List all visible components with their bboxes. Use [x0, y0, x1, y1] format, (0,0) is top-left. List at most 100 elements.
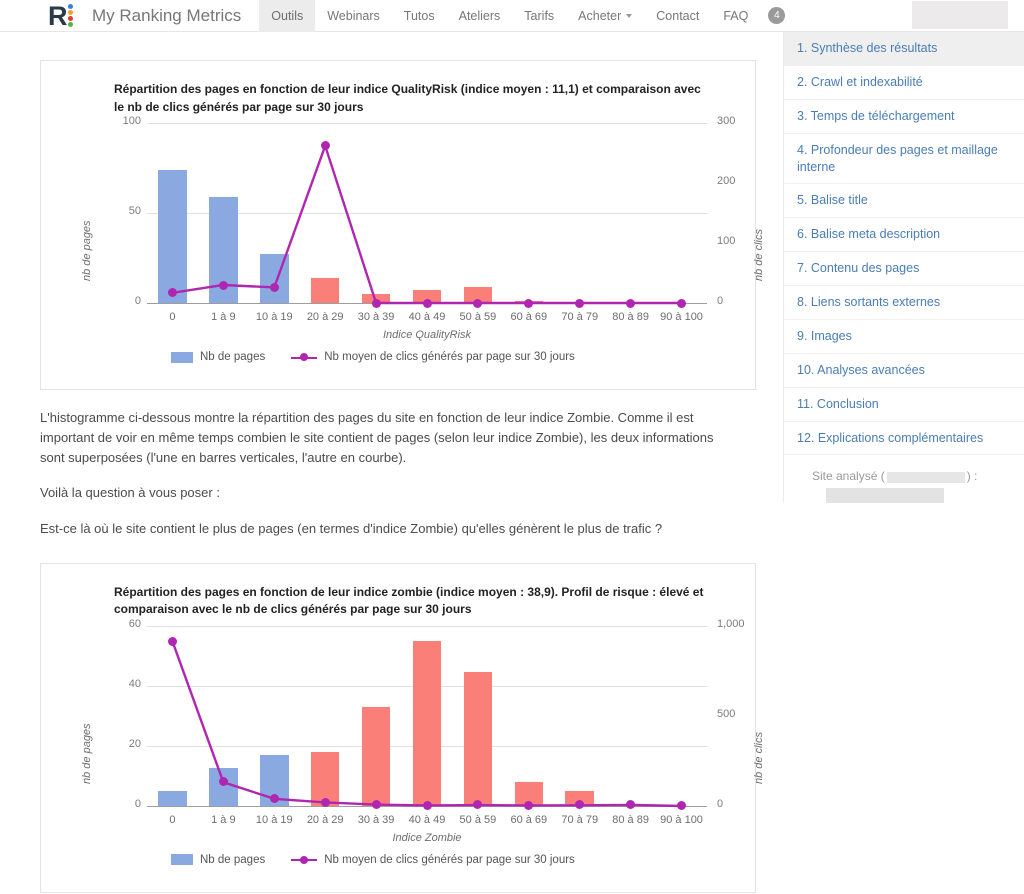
legend-item-bars: Nb de pages [171, 854, 265, 866]
sidebar-item-10[interactable]: 10. Analyses avancées [784, 354, 1024, 388]
y-tick-label: 0 [134, 295, 141, 307]
gridline [147, 123, 707, 124]
analysed-site-suffix: ) : [966, 469, 978, 484]
line-marker-70 à 79 [575, 800, 585, 810]
sidebar-nav: 1. Synthèse des résultats 2. Crawl et ind… [784, 32, 1024, 456]
legend-item-line: Nb moyen de clics générés par page sur 3… [291, 854, 575, 866]
x-tick-label: 40 à 49 [408, 813, 446, 826]
y-tick-label: 60 [128, 617, 141, 630]
y-tick-label: 40 [128, 677, 141, 690]
nav-item-tutos[interactable]: Tutos [392, 0, 447, 32]
x-tick-label: 90 à 100 [660, 311, 703, 323]
x-tick-label: 50 à 59 [459, 311, 497, 323]
y2-axis-title: nb de clics [753, 731, 765, 784]
sidebar-item-3[interactable]: 3. Temps de téléchargement [784, 100, 1024, 134]
x-tick-label: 40 à 49 [408, 311, 446, 323]
paragraph-1: L'histogramme ci-dessous montre la répar… [40, 410, 714, 466]
chart-plot-qualityrisk: 0 50 100 0 100 200 300 0 1 à 9 10 à 19 20 à 29 30 … [41, 61, 765, 391]
nav-item-contact[interactable]: Contact [644, 0, 711, 32]
sidebar-item-8[interactable]: 8. Liens sortants externes [784, 286, 1024, 320]
redacted-site-name [886, 471, 965, 483]
nav-item-label: Tutos [403, 8, 435, 23]
bar-1 à 9 [209, 768, 238, 806]
line-marker-50 à 59 [473, 800, 483, 810]
bar-0 [158, 169, 187, 303]
x-tick-label: 30 à 39 [357, 813, 395, 826]
main-content: Répartition des pages en fonction de leu… [40, 32, 780, 893]
analysed-site-note: Site analysé ( ) : [784, 469, 1024, 504]
y2-tick-label: 500 [717, 707, 736, 720]
legend-swatch-icon [171, 854, 193, 866]
nav-item-tarifs[interactable]: Tarifs [512, 0, 566, 32]
sidebar-item-11[interactable]: 11. Conclusion [784, 388, 1024, 422]
nav-item-webinars[interactable]: Webinars [315, 0, 392, 32]
line-marker-70 à 79 [575, 298, 585, 308]
nav-item-label: Tarifs [524, 8, 555, 23]
nav-links: Outils Webinars Tutos Ateliers Tarifs Acheter… [259, 0, 760, 32]
y2-tick-label: 200 [717, 175, 736, 187]
y-axis-title: nb de pages [81, 220, 93, 281]
sidebar-item-2[interactable]: 2. Crawl et indexabilité [784, 66, 1024, 100]
legend-line-icon [291, 854, 318, 865]
sidebar-item-6[interactable]: 6. Balise meta description [784, 218, 1024, 253]
x-tick-label: 1 à 9 [211, 813, 236, 826]
paragraph-2: Voilà la question à vous poser : [40, 485, 220, 501]
nav-item-faq[interactable]: FAQ [711, 0, 760, 32]
sidebar-item-9[interactable]: 9. Images [784, 320, 1024, 354]
line-marker-90 à 100 [677, 801, 687, 811]
sidebar-item-7[interactable]: 7. Contenu des pages [784, 252, 1024, 286]
legend-line-icon [291, 352, 318, 363]
sidebar-item-5[interactable]: 5. Balise title [784, 184, 1024, 219]
line-marker-80 à 89 [626, 800, 636, 810]
line-marker-90 à 100 [677, 298, 687, 308]
page-body: Répartition des pages en fonction de leu… [0, 32, 1024, 893]
line-marker-40 à 49 [422, 298, 432, 308]
x-tick-label: 90 à 100 [660, 813, 703, 826]
sidebar-item-12[interactable]: 12. Explications complémentaires [784, 422, 1024, 456]
sidebar-item-4[interactable]: 4. Profondeur des pages et maillage inte… [784, 134, 1024, 185]
nav-item-outils[interactable]: Outils [259, 0, 316, 32]
top-navbar: R My Ranking Metrics Outils Webinars Tutos… [0, 0, 1024, 32]
y-tick-label: 0 [134, 797, 141, 810]
analysed-site-label: Site analysé ( [812, 469, 885, 484]
bar-50 à 59 [463, 672, 493, 806]
y2-axis-title: nb de clics [753, 229, 765, 281]
x-tick-label: 10 à 19 [255, 311, 293, 323]
x-tick-label: 20 à 29 [306, 311, 344, 323]
nav-notification-badge[interactable]: 4 [768, 7, 786, 24]
x-tick-label: 70 à 79 [561, 311, 599, 323]
bar-40 à 49 [412, 640, 442, 806]
nav-item-label: Ateliers [458, 8, 501, 23]
line-marker-80 à 89 [626, 298, 636, 308]
x-axis-title: Indice Zombie [392, 831, 462, 844]
logo-dots [68, 3, 74, 29]
legend-swatch-icon [171, 351, 193, 363]
legend-label-bars: Nb de pages [200, 351, 266, 363]
nav-item-acheter[interactable]: Acheter [566, 0, 644, 32]
line-series-svg [172, 142, 682, 305]
line-marker-30 à 39 [371, 298, 381, 308]
y-tick-label: 100 [122, 115, 141, 127]
legend-label-line: Nb moyen de clics générés par page sur 3… [324, 351, 575, 363]
x-tick-label: 20 à 29 [306, 813, 344, 826]
chart-legend: Nb de pages Nb moyen de clics générés pa… [171, 854, 575, 866]
legend-item-line: Nb moyen de clics générés par page sur 3… [291, 351, 575, 363]
line-marker-20 à 29 [320, 797, 330, 807]
y2-tick-label: 300 [717, 115, 736, 127]
chart-plot-zombie: 0 20 40 60 0 500 1,000 0 1 à 9 10 à 19 20 à 29 30 … [41, 564, 765, 894]
x-tick-label: 0 [169, 311, 176, 323]
brand[interactable]: R My Ranking Metrics [48, 2, 241, 29]
nav-item-ateliers[interactable]: Ateliers [447, 0, 513, 32]
line-marker-60 à 69 [524, 298, 534, 308]
x-tick-label: 70 à 79 [561, 813, 599, 826]
line-marker-0 [167, 636, 177, 646]
line-marker-60 à 69 [524, 800, 534, 810]
y2-tick-label: 100 [717, 235, 736, 247]
line-marker-10 à 19 [269, 282, 279, 292]
sidebar-item-1[interactable]: 1. Synthèse des résultats [784, 32, 1024, 66]
chart-panel-zombie: Répartition des pages en fonction de leu… [40, 562, 765, 894]
y2-tick-label: 0 [717, 295, 724, 307]
x-tick-label: 10 à 19 [255, 813, 293, 826]
x-axis-title: Indice QualityRisk [382, 329, 472, 341]
line-marker-40 à 49 [422, 800, 432, 810]
